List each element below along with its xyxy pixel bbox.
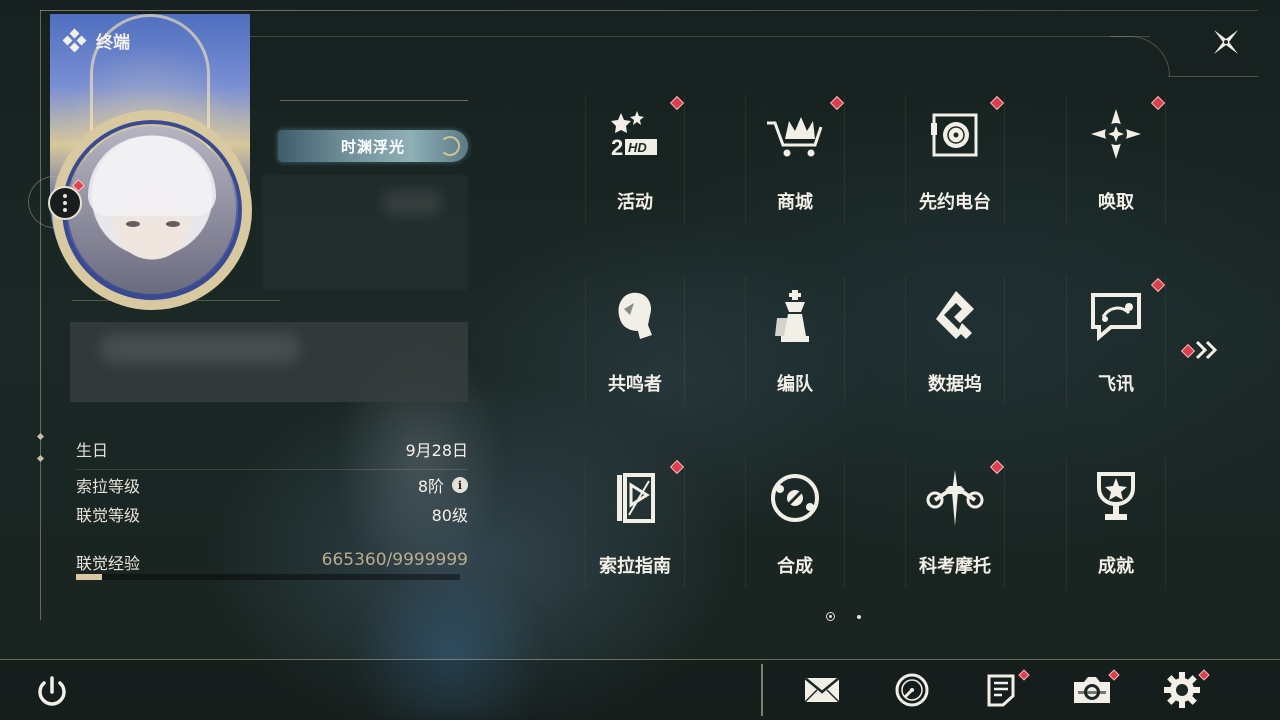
- stat-union-level: 联觉等级 80级: [76, 502, 468, 526]
- plaque-ornament-icon: [440, 136, 460, 156]
- divider: [280, 100, 468, 101]
- compass-star-icon: [1086, 104, 1146, 164]
- stat-label: 索拉等级: [76, 477, 141, 496]
- stat-label: 联觉等级: [76, 506, 141, 525]
- title-plaque-text: 时渊浮光: [340, 137, 405, 156]
- menu-item-sola-guide[interactable]: 索拉指南: [585, 458, 685, 588]
- menu-item-synthesis[interactable]: 合成: [745, 458, 845, 588]
- guide-book-icon: [605, 468, 665, 528]
- data-dock-icon: [925, 286, 985, 346]
- terminal-header: 终端: [62, 28, 130, 53]
- stat-sola-level: 索拉等级 8阶 i: [76, 473, 468, 497]
- menu-label: 数据坞: [928, 374, 982, 395]
- exp-value: 665360/9999999: [321, 550, 468, 570]
- menu-label: 共鸣者: [608, 374, 662, 395]
- shop-crown-cart-icon: [765, 104, 825, 164]
- avatar[interactable]: [68, 126, 236, 294]
- divider: [761, 664, 763, 716]
- player-name-area-blurred: [262, 175, 468, 290]
- menu-item-messages[interactable]: 飞讯: [1066, 276, 1166, 406]
- signature-panel-blurred[interactable]: [70, 322, 468, 402]
- frame-corner: [1110, 36, 1170, 76]
- menu-label: 商城: [777, 192, 813, 213]
- terminal-title: 终端: [96, 33, 130, 53]
- menu-item-team[interactable]: 编队: [745, 276, 845, 406]
- resonator-profile-icon: [605, 286, 665, 346]
- double-chevron-right-icon: [1195, 340, 1218, 360]
- notification-badge: [1180, 343, 1196, 359]
- stat-label: 生日: [76, 441, 109, 460]
- menu-item-convene[interactable]: 唤取: [1066, 94, 1166, 224]
- notes-button[interactable]: [981, 669, 1030, 710]
- clock-button[interactable]: [892, 670, 932, 710]
- menu-item-data-dock[interactable]: 数据坞: [905, 276, 1005, 406]
- frame-node: [36, 454, 45, 463]
- svg-text:HD: HD: [628, 140, 647, 155]
- frame-top-line: [40, 10, 1258, 11]
- motorcycle-icon: [925, 468, 985, 528]
- exp-progress-fill: [76, 574, 102, 580]
- frame-right-line: [1168, 76, 1258, 77]
- synthesis-orbit-icon: [765, 468, 825, 528]
- camera-icon: [1074, 677, 1110, 703]
- stat-value: 8阶: [417, 477, 444, 496]
- stat-birthday: 生日 9月28日: [76, 437, 468, 461]
- camera-button[interactable]: [1072, 669, 1120, 710]
- clock-icon: [895, 673, 929, 707]
- menu-label: 成就: [1098, 556, 1134, 577]
- menu-item-achievements[interactable]: 成就: [1066, 458, 1166, 588]
- menu-item-radio[interactable]: 先约电台: [905, 94, 1005, 224]
- exp-progress-bar: [76, 574, 460, 580]
- power-button[interactable]: [34, 674, 70, 710]
- menu-label: 合成: [777, 556, 813, 577]
- menu-label: 科考摩托: [919, 556, 991, 577]
- divider: [76, 469, 468, 470]
- message-chat-icon: [1086, 286, 1146, 346]
- mail-icon: [804, 677, 840, 703]
- stat-value-wrap: 8阶 i: [418, 473, 468, 497]
- menu-label: 活动: [617, 192, 653, 213]
- menu-item-motorcycle[interactable]: 科考摩托: [905, 458, 1005, 588]
- diamond-cluster-icon: [62, 28, 87, 52]
- bottom-bar-line: [0, 659, 1280, 660]
- menu-label: 飞讯: [1098, 374, 1134, 395]
- stat-value: 80级: [431, 506, 468, 525]
- frame-node: [36, 432, 45, 441]
- close-button[interactable]: [1206, 22, 1246, 62]
- svg-text:2: 2: [611, 135, 623, 159]
- menu-item-events[interactable]: 2 HD 活动: [585, 94, 685, 224]
- menu-item-shop[interactable]: 商城: [745, 94, 845, 224]
- team-chess-icon: [765, 286, 825, 346]
- frame-inner-line: [250, 36, 1150, 37]
- exp-label: 联觉经验: [76, 554, 141, 573]
- settings-button[interactable]: [1162, 669, 1210, 710]
- notes-icon: [987, 674, 1015, 707]
- mail-button[interactable]: [802, 670, 842, 710]
- page-dot-active[interactable]: [826, 612, 835, 621]
- title-plaque[interactable]: 时渊浮光: [278, 130, 468, 162]
- info-icon[interactable]: i: [452, 477, 468, 493]
- trophy-icon: [1086, 468, 1146, 528]
- union-exp: 联觉经验 665360/9999999: [76, 550, 468, 574]
- menu-label: 索拉指南: [599, 556, 671, 577]
- frame-left-line: [40, 10, 41, 620]
- divider: [72, 300, 280, 301]
- menu-item-resonators[interactable]: 共鸣者: [585, 276, 685, 406]
- close-icon: [1214, 30, 1238, 54]
- radio-turntable-icon: [925, 104, 985, 164]
- gear-icon: [1164, 672, 1200, 708]
- page-dot[interactable]: [857, 614, 861, 619]
- stat-value: 9月28日: [405, 441, 468, 460]
- page-indicator: [826, 612, 861, 621]
- power-icon: [38, 676, 66, 706]
- menu-label: 唤取: [1098, 192, 1134, 213]
- menu-label: 编队: [777, 374, 813, 395]
- event-2hd-icon: 2 HD: [605, 104, 665, 164]
- next-page-button[interactable]: [1180, 338, 1224, 362]
- menu-label: 先约电台: [919, 192, 991, 213]
